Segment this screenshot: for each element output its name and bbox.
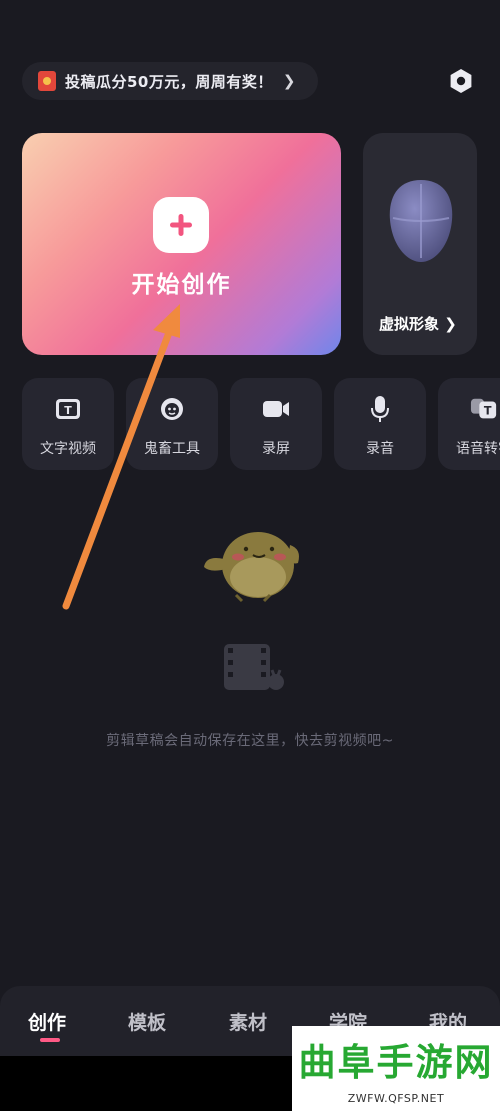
virtual-avatar-card[interactable]: 虚拟形象 ❯ — [363, 133, 477, 355]
tools-row: T 文字视频 鬼畜工具 录屏 录音 T 语音转 — [22, 378, 500, 470]
tool-label: 录音 — [366, 441, 394, 457]
chevron-right-icon: ❯ — [444, 315, 457, 333]
svg-text:T: T — [484, 405, 492, 418]
plus-icon — [170, 214, 192, 236]
tool-speech-to-text[interactable]: T 语音转字 — [438, 378, 500, 470]
plus-button[interactable] — [153, 197, 209, 253]
tool-meme[interactable]: 鬼畜工具 — [126, 378, 218, 470]
microphone-icon — [366, 396, 394, 422]
tool-label: 语音转字 — [456, 441, 500, 457]
red-packet-icon — [38, 71, 56, 91]
watermark-title: 曲阜手游网 — [298, 1041, 494, 1084]
tool-screen-record[interactable]: 录屏 — [230, 378, 322, 470]
promo-text: 投稿瓜分50万元，周周有奖！ — [65, 72, 273, 91]
site-watermark: 曲阜手游网 ZWFW.QFSP.NET — [292, 1026, 500, 1111]
watermark-url: ZWFW.QFSP.NET — [347, 1092, 445, 1105]
promo-banner[interactable]: 投稿瓜分50万元，周周有奖！ ❯ — [22, 62, 318, 100]
virtual-avatar-label: 虚拟形象 ❯ — [379, 315, 457, 333]
start-creating-label: 开始创作 — [131, 272, 232, 298]
text-video-icon: T — [54, 396, 82, 422]
svg-text:T: T — [64, 404, 72, 417]
camera-icon — [262, 396, 290, 422]
active-tab-indicator — [40, 1038, 60, 1042]
tool-label: 文字视频 — [40, 441, 96, 457]
tool-label: 鬼畜工具 — [144, 441, 200, 457]
mascot-illustration — [204, 532, 299, 603]
start-creating-card[interactable]: 开始创作 — [22, 133, 341, 355]
tool-audio-record[interactable]: 录音 — [334, 378, 426, 470]
tab-templates[interactable]: 模板 — [128, 1008, 166, 1035]
tab-create[interactable]: 创作 — [28, 1008, 66, 1035]
film-clip-icon — [224, 644, 284, 690]
settings-button[interactable] — [447, 67, 475, 95]
chevron-right-icon: ❯ — [282, 72, 296, 90]
empty-state-message: 剪辑草稿会自动保存在这里，快去剪视频吧~ — [106, 733, 394, 749]
hexagon-settings-icon — [450, 69, 472, 93]
tool-label: 录屏 — [262, 441, 290, 457]
virtual-face-icon — [389, 180, 453, 262]
face-icon — [158, 396, 186, 422]
tab-materials[interactable]: 素材 — [229, 1008, 267, 1035]
speech-to-text-icon: T — [470, 396, 498, 422]
tool-text-video[interactable]: T 文字视频 — [22, 378, 114, 470]
